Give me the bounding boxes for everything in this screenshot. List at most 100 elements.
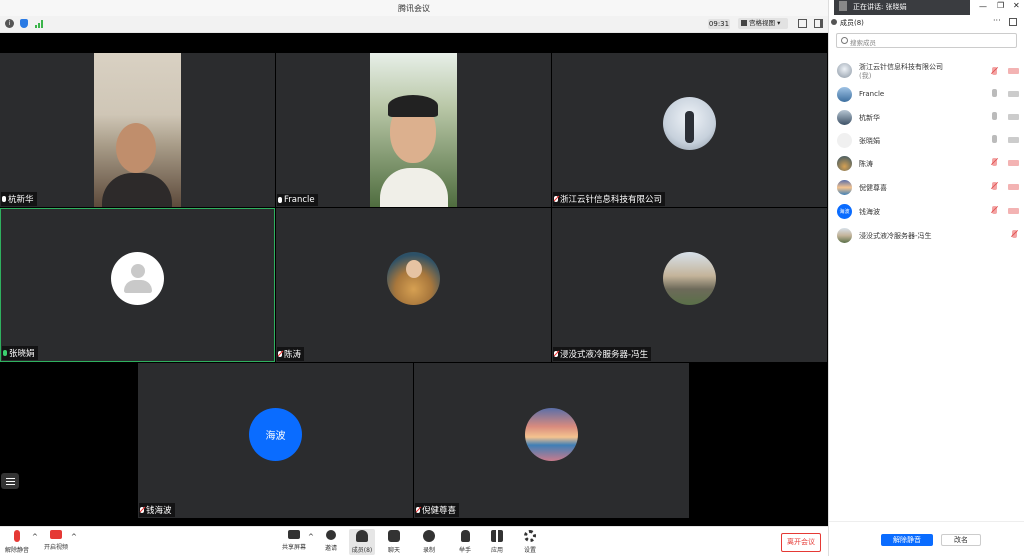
camera-icon[interactable]	[1008, 91, 1019, 97]
member-avatar	[837, 228, 852, 243]
mic-icon	[3, 350, 7, 356]
unmute-button[interactable]: 解除静音	[4, 530, 30, 554]
camera-off-icon	[50, 530, 62, 539]
more-icon[interactable]: ···	[993, 16, 1001, 25]
info-icon[interactable]: i	[5, 19, 14, 28]
member-name: 陈涛	[859, 160, 873, 168]
member-name: 浸没式液冷服务器-冯生	[859, 232, 932, 240]
mic-muted-icon[interactable]	[1012, 230, 1017, 238]
apps-icon	[491, 530, 503, 542]
member-row[interactable]: 浙江云针信息科技有限公司 (我)	[829, 58, 1024, 84]
restore-icon[interactable]: ❐	[997, 1, 1004, 10]
panel-title: 成员(8)	[840, 19, 864, 27]
avatar	[663, 252, 716, 305]
rename-button[interactable]: 改名	[941, 534, 981, 546]
window-title: 腾讯会议	[398, 4, 430, 13]
camera-icon[interactable]	[1008, 114, 1019, 120]
mic-muted-icon[interactable]	[992, 182, 997, 190]
search-field[interactable]: 搜索成员	[836, 33, 1017, 48]
members-label: 成员(8)	[351, 547, 373, 554]
invite-button[interactable]: 邀请	[318, 530, 344, 552]
member-row[interactable]: 张晓娟	[829, 130, 1024, 150]
hand-icon	[460, 530, 470, 542]
chevron-up-icon[interactable]: ^	[32, 533, 38, 541]
share-screen-button[interactable]: 共享屏幕	[281, 530, 307, 551]
tile-name: 钱海波	[146, 506, 172, 516]
camera-off-icon[interactable]	[1008, 208, 1019, 214]
apps-label: 应用	[490, 547, 503, 554]
member-avatar	[837, 180, 852, 195]
member-row[interactable]: 浸没式液冷服务器-冯生	[829, 225, 1024, 245]
tile-name-label: 杭新华	[1, 192, 37, 206]
video-tile[interactable]: 海波 钱海波	[138, 363, 413, 518]
video-tile[interactable]: Francle	[276, 53, 551, 207]
mic-muted-icon[interactable]	[992, 67, 997, 75]
video-tile[interactable]: 浸没式液冷服务器-冯生	[552, 208, 827, 362]
record-icon	[423, 530, 435, 542]
tile-name-label: 钱海波	[139, 503, 175, 517]
chat-button[interactable]: 聊天	[381, 530, 407, 554]
camera-off-icon[interactable]	[1008, 68, 1019, 74]
panel-header: 成员(8) ···	[829, 16, 1024, 30]
chevron-down-icon: ▾	[775, 19, 781, 27]
invite-icon	[326, 530, 336, 540]
shield-icon[interactable]	[20, 19, 28, 28]
settings-label: 设置	[523, 547, 536, 554]
minimize-icon[interactable]: —	[979, 2, 987, 11]
avatar	[525, 408, 578, 461]
tile-name-label: 张晓娟	[2, 346, 38, 360]
member-row[interactable]: 海波 钱海波	[829, 201, 1024, 221]
video-tile[interactable]: 陈涛	[276, 208, 551, 362]
fullscreen-icon[interactable]	[798, 19, 807, 28]
member-row[interactable]: 陈涛	[829, 153, 1024, 173]
mic-muted-icon	[554, 196, 558, 202]
raise-hand-button[interactable]: 举手	[452, 530, 478, 554]
member-name: 张晓娟	[859, 137, 880, 145]
record-button[interactable]: 录制	[416, 530, 442, 554]
member-row[interactable]: 倪健尊喜	[829, 177, 1024, 197]
share-screen-label: 共享屏幕	[281, 544, 306, 551]
close-icon[interactable]: ✕	[1013, 1, 1020, 10]
camera-icon[interactable]	[1008, 137, 1019, 143]
user-body-icon	[124, 280, 152, 293]
video-tile[interactable]: 张晓娟	[0, 208, 275, 362]
mic-icon[interactable]	[992, 112, 997, 120]
mic-muted-icon[interactable]	[992, 206, 997, 214]
signal-icon[interactable]	[35, 19, 44, 28]
camera-off-icon[interactable]	[1008, 184, 1019, 190]
mic-muted-icon[interactable]	[992, 158, 997, 166]
members-button[interactable]: 成员(8)	[349, 529, 375, 555]
raise-hand-label: 举手	[458, 547, 471, 554]
face-shape	[116, 123, 156, 173]
popout-icon[interactable]	[1009, 18, 1017, 26]
participants-panel: 正在讲话: 张晓娟 — ❐ ✕ 成员(8) ··· 搜索成员 浙江云针信息科技有…	[828, 0, 1024, 556]
camera-off-icon[interactable]	[1008, 160, 1019, 166]
tile-name: 倪健尊喜	[422, 506, 457, 516]
leave-meeting-button[interactable]: 离开会议	[781, 533, 821, 552]
start-video-button[interactable]: 开启视频	[43, 530, 69, 551]
view-mode-selector[interactable]: 宫格视图 ▾	[738, 18, 788, 29]
mic-icon[interactable]	[992, 135, 997, 143]
chevron-up-icon[interactable]: ^	[71, 533, 77, 541]
user-head-icon	[131, 264, 145, 278]
body-shape	[102, 173, 172, 207]
video-tile[interactable]: 杭新华	[0, 53, 275, 207]
unmute-all-button[interactable]: 解除静音	[881, 534, 933, 546]
member-avatar	[837, 87, 852, 102]
member-row[interactable]: Francle	[829, 84, 1024, 104]
member-sub: (我)	[859, 72, 872, 80]
list-menu-icon[interactable]	[1, 473, 19, 489]
sidebar-toggle-icon[interactable]	[814, 19, 823, 28]
chevron-up-icon[interactable]: ^	[308, 533, 314, 541]
mic-icon[interactable]	[992, 89, 997, 97]
meeting-toolbar: 解除静音 ^ 开启视频 ^ 共享屏幕 ^ 邀请 成员(8) 聊天 录制 举手 应…	[0, 526, 828, 557]
apps-button[interactable]: 应用	[484, 530, 510, 554]
member-row[interactable]: 杭新华	[829, 107, 1024, 127]
tile-name-label: Francle	[277, 194, 318, 206]
video-tile[interactable]: 倪健尊喜	[414, 363, 689, 518]
tile-name: Francle	[284, 195, 315, 205]
meeting-info-bar: i 09:31 宫格视图 ▾	[0, 16, 828, 33]
settings-button[interactable]: 设置	[517, 530, 543, 554]
video-tile[interactable]: 浙江云针信息科技有限公司	[552, 53, 827, 207]
member-avatar: 海波	[837, 204, 852, 219]
